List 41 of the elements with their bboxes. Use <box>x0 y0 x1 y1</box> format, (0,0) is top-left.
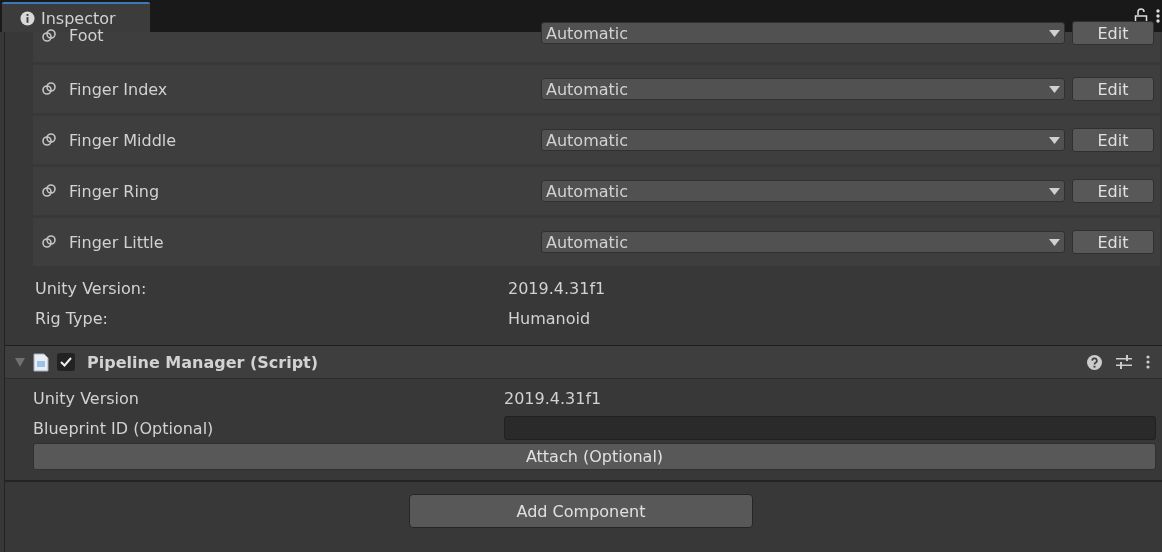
mapping-dropdown[interactable]: Automatic <box>541 129 1065 151</box>
bone-label: Finger Middle <box>69 130 177 150</box>
edit-button[interactable]: Edit <box>1072 128 1154 152</box>
script-file-icon <box>33 352 49 372</box>
link-icon <box>41 27 57 44</box>
caret-icon <box>1049 187 1060 195</box>
bone-label: Finger Index <box>69 79 168 99</box>
info-label: Unity Version: <box>35 278 148 298</box>
info-icon <box>20 10 35 26</box>
caret-icon <box>1049 29 1060 37</box>
info-label: Rig Type: <box>35 308 109 328</box>
caret-icon <box>1049 136 1060 144</box>
edit-button[interactable]: Edit <box>1072 230 1154 254</box>
edit-button[interactable]: Edit <box>1072 21 1154 45</box>
edit-button[interactable]: Edit <box>1072 179 1154 203</box>
mapping-dropdown[interactable]: Automatic <box>541 231 1065 253</box>
info-value: Humanoid <box>508 308 591 328</box>
help-icon[interactable] <box>1087 354 1102 370</box>
caret-icon <box>1049 238 1060 246</box>
field-value: 2019.4.31f1 <box>504 388 602 408</box>
mapping-dropdown[interactable]: Automatic <box>541 22 1065 44</box>
link-icon <box>41 234 57 250</box>
link-icon <box>41 183 57 199</box>
mapping-dropdown[interactable]: Automatic <box>541 180 1065 202</box>
link-icon <box>41 81 57 97</box>
sliders-icon[interactable] <box>1116 354 1132 370</box>
add-component-button[interactable]: Add Component <box>409 494 753 528</box>
bone-label: Finger Little <box>69 232 164 252</box>
attach-button[interactable]: Attach (Optional) <box>33 443 1156 470</box>
caret-icon <box>1049 85 1060 93</box>
mapping-dropdown[interactable]: Automatic <box>541 78 1065 100</box>
more-icon[interactable] <box>1156 8 1160 24</box>
bone-label: Finger Ring <box>69 181 160 201</box>
link-icon <box>41 132 57 148</box>
component-title: Pipeline Manager (Script) <box>87 352 320 372</box>
more-icon[interactable] <box>1146 354 1150 370</box>
field-label: Unity Version <box>33 388 140 408</box>
info-value: 2019.4.31f1 <box>508 278 606 298</box>
field-label: Blueprint ID (Optional) <box>33 418 215 438</box>
edit-button[interactable]: Edit <box>1072 77 1154 101</box>
enabled-checkbox[interactable] <box>57 353 75 371</box>
